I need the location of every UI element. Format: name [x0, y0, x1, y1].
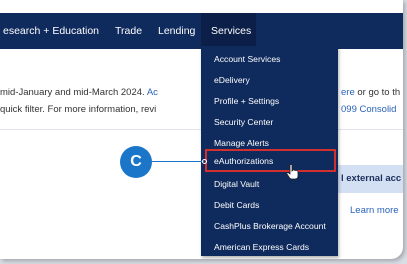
menu-item-edelivery[interactable]: eDelivery — [214, 70, 250, 90]
banner-line-2-right: 099 Consolid — [341, 104, 396, 115]
banner-line-1: mid-January and mid-March 2024. Ac — [0, 87, 158, 98]
banner-link-3[interactable]: 099 Consolid — [341, 104, 396, 115]
menu-item-profile-settings[interactable]: Profile + Settings — [214, 91, 279, 111]
banner-line-1-right: ere or go to th — [341, 87, 400, 98]
menu-item-debit-cards[interactable]: Debit Cards — [214, 195, 259, 215]
hand-cursor-icon — [286, 164, 299, 180]
banner-line-2-text: quick filter. For more information, revi — [0, 104, 157, 115]
banner-line-1-suffix: or go to th — [357, 87, 401, 98]
callout-badge: C — [120, 146, 152, 178]
callout-leader-dot — [202, 159, 207, 164]
nav-item-services[interactable]: Services — [201, 13, 256, 49]
banner-line-1-text: mid-January and mid-March 2024. — [0, 87, 145, 98]
menu-item-american-express-cards[interactable]: American Express Cards — [214, 237, 309, 257]
banner-line-2: quick filter. For more information, revi — [0, 104, 156, 115]
learn-more-link[interactable]: Learn more — [350, 205, 399, 216]
top-navigation-bar: esearch + Education Trade Lending Servic… — [0, 13, 403, 49]
banner-link-1[interactable]: Ac — [147, 87, 158, 98]
banner-link-2[interactable]: ere — [341, 87, 355, 98]
menu-item-account-services[interactable]: Account Services — [214, 49, 280, 69]
menu-item-digital-vault[interactable]: Digital Vault — [214, 174, 259, 194]
menu-item-cashplus-brokerage[interactable]: CashPlus Brokerage Account — [214, 216, 326, 236]
menu-item-security-center[interactable]: Security Center — [214, 112, 273, 132]
nav-item-research-education[interactable]: esearch + Education — [3, 13, 99, 49]
browser-frame: esearch + Education Trade Lending Servic… — [0, 0, 403, 259]
callout-leader-line — [152, 161, 204, 162]
nav-item-lending[interactable]: Lending — [158, 13, 195, 49]
external-accounts-promo: l external acc — [336, 165, 403, 193]
nav-item-trade[interactable]: Trade — [115, 13, 142, 49]
promo-heading: l external acc — [341, 173, 402, 184]
eauthorizations-highlight-box — [205, 149, 336, 172]
